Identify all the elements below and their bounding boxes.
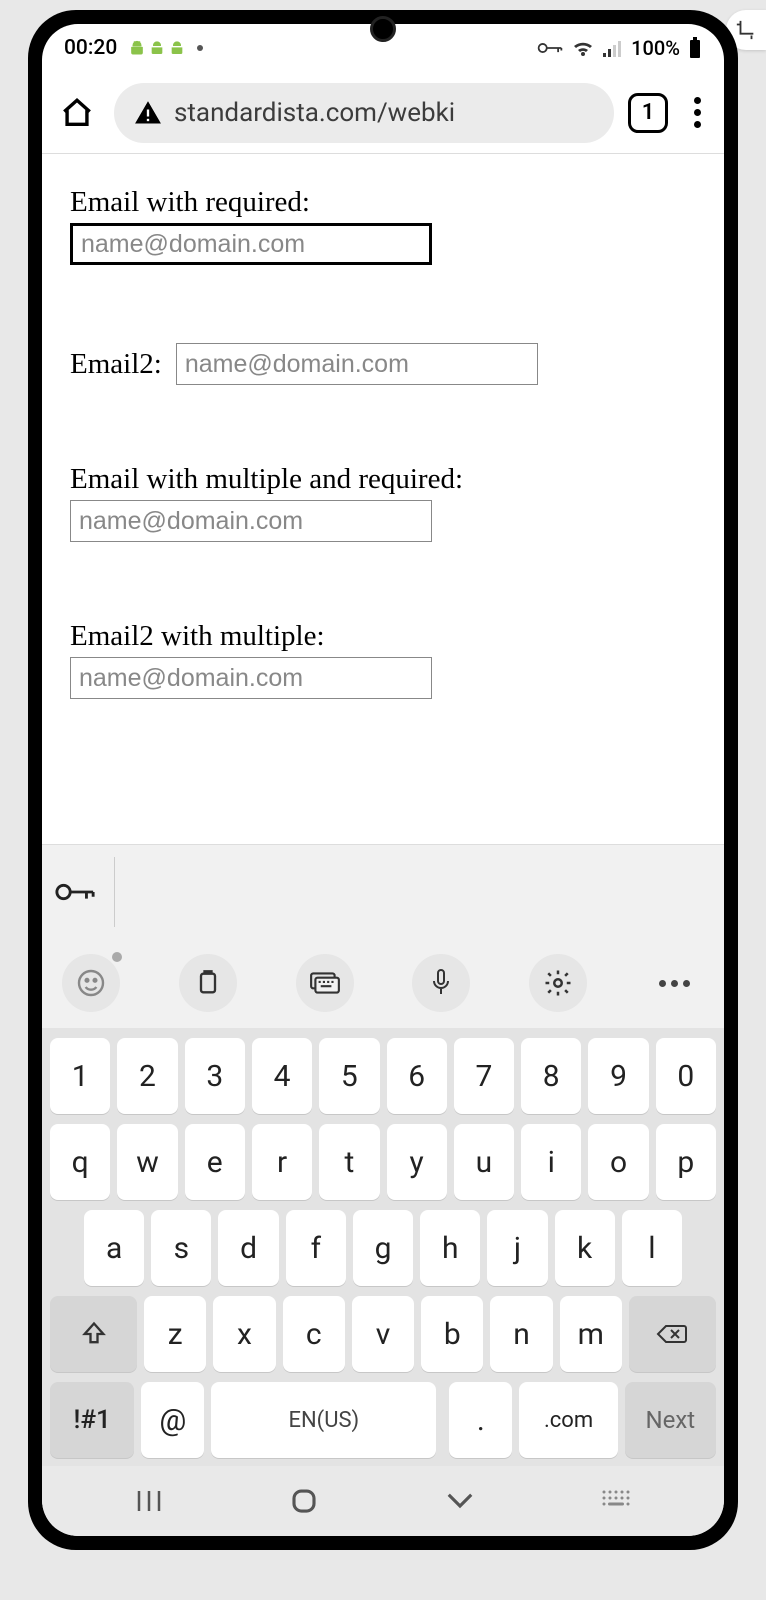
recents-button[interactable] (135, 1489, 163, 1513)
key-b[interactable]: b (421, 1296, 483, 1372)
key-0[interactable]: 0 (656, 1038, 716, 1114)
label-email-multiple-required: Email with multiple and required: (70, 463, 696, 496)
key-a[interactable]: a (84, 1210, 144, 1286)
key-h[interactable]: h (420, 1210, 480, 1286)
home-nav-button[interactable] (289, 1486, 319, 1516)
keyboard-mode-button[interactable] (296, 954, 354, 1012)
key-k[interactable]: k (555, 1210, 615, 1286)
key-d[interactable]: d (218, 1210, 278, 1286)
key-f[interactable]: f (286, 1210, 346, 1286)
key-6[interactable]: 6 (387, 1038, 447, 1114)
emoji-button[interactable] (62, 954, 120, 1012)
home-button[interactable] (54, 90, 100, 136)
signal-icon (603, 39, 623, 57)
phone-frame: 00:20 100% (28, 10, 738, 1550)
browser-toolbar: standardista.com/webki 1 (42, 72, 724, 154)
key-l[interactable]: l (622, 1210, 682, 1286)
android-icon (129, 39, 145, 57)
key-r[interactable]: r (252, 1124, 312, 1200)
key-i[interactable]: i (521, 1124, 581, 1200)
tabs-count: 1 (642, 100, 655, 125)
wifi-icon (571, 38, 595, 58)
key-g[interactable]: g (353, 1210, 413, 1286)
url-bar[interactable]: standardista.com/webki (114, 83, 614, 143)
navigation-bar (42, 1466, 724, 1536)
key-3[interactable]: 3 (185, 1038, 245, 1114)
input-email-required[interactable] (70, 223, 432, 265)
key-space[interactable]: EN(US) (211, 1382, 436, 1458)
key-e[interactable]: e (185, 1124, 245, 1200)
keyboard-row-numbers: 1 2 3 4 5 6 7 8 9 0 (50, 1038, 716, 1114)
divider (114, 857, 115, 927)
battery-icon (688, 37, 702, 59)
input-email2[interactable] (176, 343, 538, 385)
tabs-button[interactable]: 1 (628, 93, 668, 133)
key-o[interactable]: o (588, 1124, 648, 1200)
key-4[interactable]: 4 (252, 1038, 312, 1114)
field-email2: Email2: (70, 343, 696, 385)
not-secure-icon (134, 99, 162, 127)
keyboard-row-2: a s d f g h j k l (50, 1210, 716, 1286)
key-shift[interactable] (50, 1296, 137, 1372)
key-period[interactable]: . (449, 1382, 512, 1458)
key-x[interactable]: x (213, 1296, 275, 1372)
key-v[interactable]: v (352, 1296, 414, 1372)
web-content[interactable]: Email with required: Email2: Email with … (42, 154, 724, 844)
label-email2-multiple: Email2 with multiple: (70, 620, 696, 653)
settings-button[interactable] (529, 954, 587, 1012)
key-w[interactable]: w (117, 1124, 177, 1200)
field-email-multiple-required: Email with multiple and required: (70, 463, 696, 542)
key-t[interactable]: t (319, 1124, 379, 1200)
back-button[interactable] (445, 1491, 475, 1511)
field-email-required: Email with required: (70, 186, 696, 265)
vpn-key-icon (537, 40, 563, 56)
key-y[interactable]: y (387, 1124, 447, 1200)
keyboard-toolbar (42, 938, 724, 1028)
status-clock: 00:20 (64, 36, 117, 60)
key-9[interactable]: 9 (588, 1038, 648, 1114)
keyboard-hide-button[interactable] (601, 1489, 631, 1513)
key-j[interactable]: j (487, 1210, 547, 1286)
front-camera (370, 16, 396, 42)
key-s[interactable]: s (151, 1210, 211, 1286)
clipboard-button[interactable] (179, 954, 237, 1012)
label-email-required: Email with required: (70, 186, 696, 219)
key-q[interactable]: q (50, 1124, 110, 1200)
battery-text: 100% (631, 36, 680, 60)
android-icon (149, 39, 165, 57)
key-c[interactable]: c (283, 1296, 345, 1372)
voice-input-button[interactable] (412, 954, 470, 1012)
key-8[interactable]: 8 (521, 1038, 581, 1114)
key-symbols[interactable]: !#1 (50, 1382, 134, 1458)
key-backspace[interactable] (629, 1296, 716, 1372)
url-text: standardista.com/webki (174, 98, 455, 128)
key-dotcom[interactable]: .com (519, 1382, 617, 1458)
key-1[interactable]: 1 (50, 1038, 110, 1114)
autofill-strip (42, 844, 724, 938)
key-m[interactable]: m (560, 1296, 622, 1372)
key-2[interactable]: 2 (117, 1038, 177, 1114)
notification-dot (197, 45, 203, 51)
key-next[interactable]: Next (625, 1382, 716, 1458)
field-email2-multiple: Email2 with multiple: (70, 620, 696, 699)
input-email2-multiple[interactable] (70, 657, 432, 699)
more-button[interactable] (646, 954, 704, 1012)
keyboard-row-1: q w e r t y u i o p (50, 1124, 716, 1200)
android-icon (169, 39, 185, 57)
password-autofill-button[interactable] (54, 879, 96, 905)
label-email2: Email2: (70, 348, 162, 381)
keyboard-row-bottom: !#1 @ EN(US) . .com Next (50, 1382, 716, 1458)
key-at[interactable]: @ (141, 1382, 204, 1458)
key-u[interactable]: u (454, 1124, 514, 1200)
keyboard: 1 2 3 4 5 6 7 8 9 0 q w e r t y u i o (42, 1028, 724, 1466)
key-n[interactable]: n (490, 1296, 552, 1372)
key-7[interactable]: 7 (454, 1038, 514, 1114)
input-email-multiple-required[interactable] (70, 500, 432, 542)
overflow-menu-button[interactable] (682, 97, 712, 128)
keyboard-row-3: z x c v b n m (50, 1296, 716, 1372)
key-5[interactable]: 5 (319, 1038, 379, 1114)
key-p[interactable]: p (656, 1124, 716, 1200)
key-z[interactable]: z (144, 1296, 206, 1372)
